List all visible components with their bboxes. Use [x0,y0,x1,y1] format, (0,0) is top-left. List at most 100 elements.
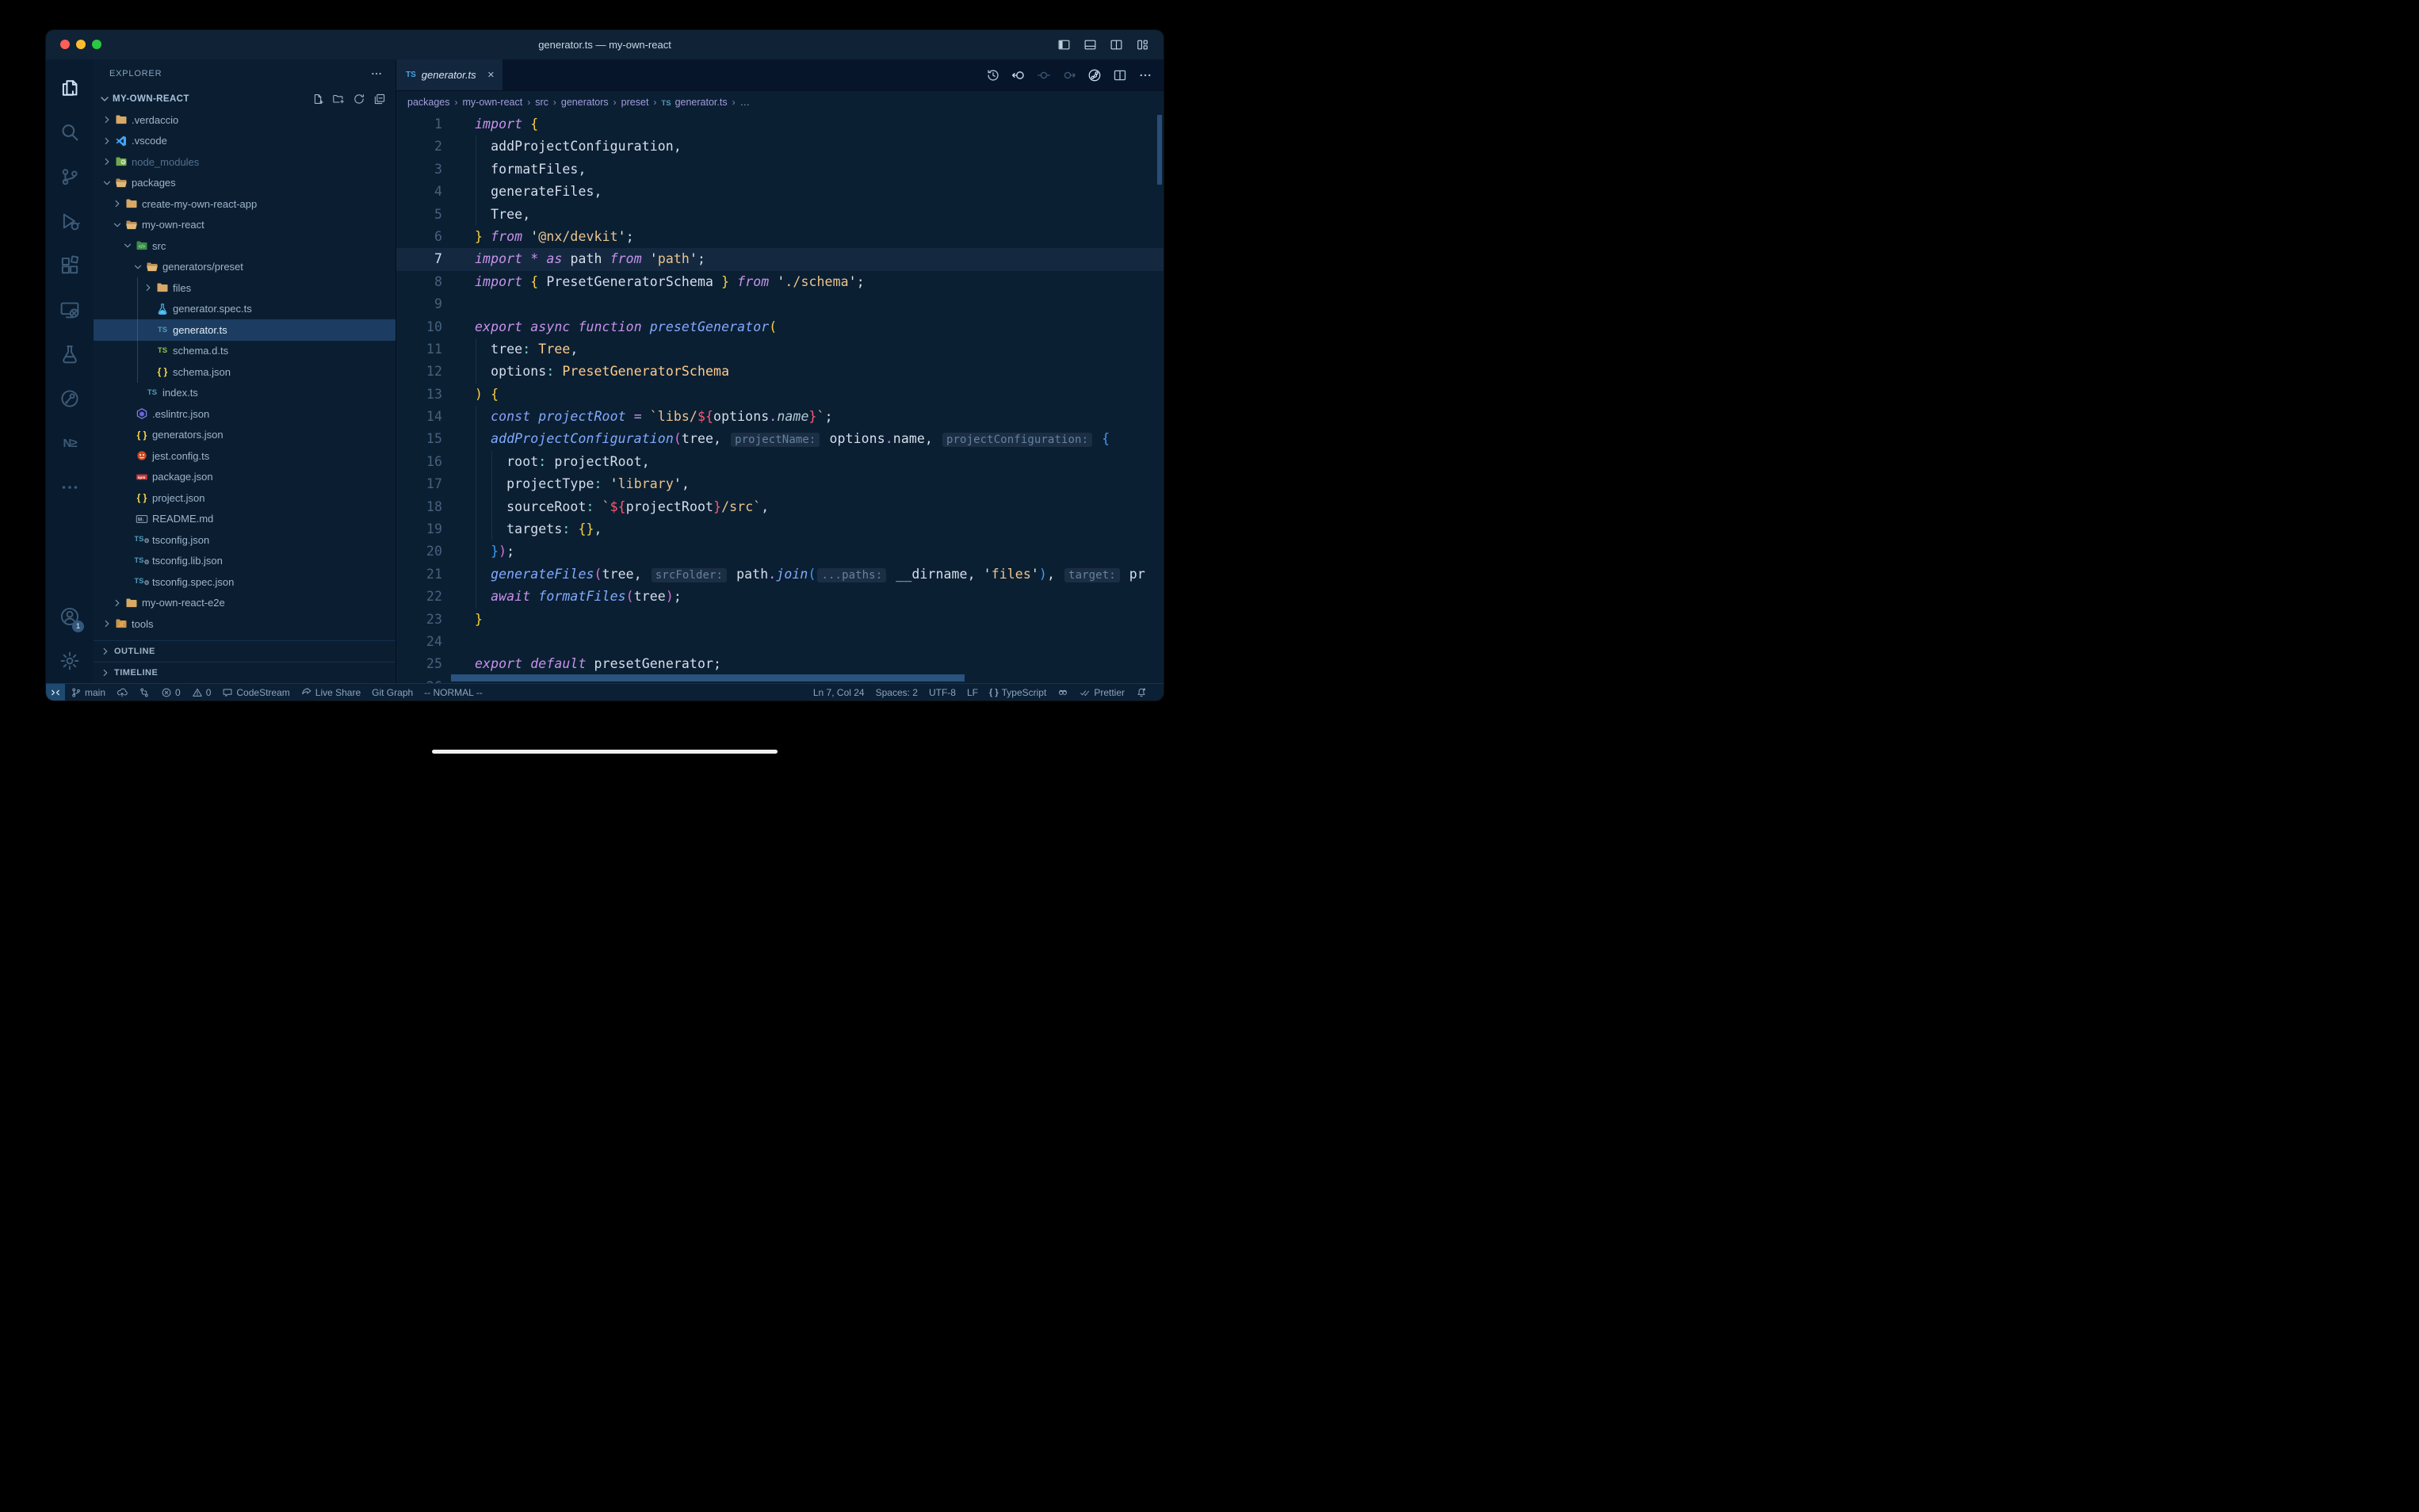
tree-item-tsconfig.lib.json[interactable]: TS⚙tsconfig.lib.json [94,551,396,572]
outline-section[interactable]: OUTLINE [94,640,396,662]
status-compare[interactable] [133,684,155,701]
tree-item-.verdaccio[interactable]: .verdaccio [94,109,396,131]
status-copilot[interactable] [1052,684,1074,701]
code-editor[interactable]: 1import {2 addProjectConfiguration,3 for… [396,113,1164,683]
tree-item-index.ts[interactable]: TSindex.ts [94,383,396,404]
status-prettier[interactable]: Prettier [1074,684,1130,701]
code-line-22[interactable]: 22 await formatFiles(tree); [396,586,1164,608]
tree-item-generators/preset[interactable]: generators/preset [94,257,396,278]
breadcrumb-overflow[interactable]: … [740,97,751,108]
circle-arrow-right-icon[interactable] [1062,68,1076,82]
code-line-13[interactable]: 13) { [396,384,1164,406]
status-vim-mode[interactable]: -- NORMAL -- [418,684,488,701]
code-line-14[interactable]: 14 const projectRoot = `libs/${options.n… [396,406,1164,428]
code-line-2[interactable]: 2 addProjectConfiguration, [396,136,1164,158]
status-encoding[interactable]: UTF-8 [923,684,961,701]
circle-on-line-icon[interactable] [1037,68,1051,82]
code-line-6[interactable]: 6} from '@nx/devkit'; [396,226,1164,248]
code-line-4[interactable]: 4 generateFiles, [396,181,1164,203]
code-line-15[interactable]: 15 addProjectConfiguration(tree, project… [396,428,1164,450]
breadcrumb-generators[interactable]: generators [561,97,609,108]
chevron-right-icon[interactable] [143,282,154,293]
tree-item-tsconfig.json[interactable]: TS⚙tsconfig.json [94,529,396,551]
activity-nx-console-icon[interactable]: N≥ [51,421,89,465]
tree-item-my-own-react-e2e[interactable]: my-own-react-e2e [94,593,396,614]
layout-grid-icon[interactable] [1136,38,1149,52]
tree-item-src[interactable]: </>src [94,235,396,257]
chevron-down-icon[interactable] [122,240,133,251]
tree-item-generator.ts[interactable]: TSgenerator.ts [94,319,396,341]
status-eol[interactable]: LF [961,684,984,701]
tree-item-node_modules[interactable]: JSnode_modules [94,151,396,173]
split-editor-icon[interactable] [1113,68,1127,82]
code-line-16[interactable]: 16 root: projectRoot, [396,451,1164,473]
chevron-right-icon[interactable] [112,598,123,609]
tree-item-jest.config.ts[interactable]: jest.config.ts [94,445,396,467]
code-line-20[interactable]: 20 }); [396,540,1164,563]
chevron-down-icon[interactable] [101,178,113,189]
code-line-1[interactable]: 1import { [396,113,1164,136]
new-file-icon[interactable] [311,93,324,105]
more-icon[interactable] [1138,68,1152,82]
chevron-down-icon[interactable] [132,262,143,273]
code-line-18[interactable]: 18 sourceRoot: `${projectRoot}/src`, [396,496,1164,518]
tree-item-packages[interactable]: packages [94,173,396,194]
title-bar[interactable]: generator.ts — my-own-react [46,30,1164,59]
status-cursor-position[interactable]: Ln 7, Col 24 [808,684,870,701]
layout-split-editor-icon[interactable] [1110,38,1123,52]
activity-testing-beaker-icon[interactable] [51,332,89,376]
breadcrumb-preset[interactable]: preset [621,97,649,108]
activity-extensions-icon[interactable] [51,243,89,288]
tree-item-tools[interactable]: tools [94,613,396,635]
refresh-icon[interactable] [353,93,365,105]
code-line-23[interactable]: 23} [396,609,1164,631]
chevron-right-icon[interactable] [112,198,123,209]
activity-settings-gear-icon[interactable] [51,639,89,683]
timeline-section[interactable]: TIMELINE [94,662,396,683]
code-line-5[interactable]: 5 Tree, [396,204,1164,226]
status-errors[interactable]: 0 [155,684,186,701]
status-git-graph[interactable]: Git Graph [366,684,418,701]
code-line-7[interactable]: 7import * as path from 'path'; [396,248,1164,270]
tree-item-package.json[interactable]: npmpackage.json [94,467,396,488]
ellipsis-icon[interactable] [370,67,383,80]
status-notifications[interactable] [1130,684,1152,701]
tree-item-.eslintrc.json[interactable]: .eslintrc.json [94,403,396,425]
history-icon[interactable] [986,68,1000,82]
code-line-3[interactable]: 3 formatFiles, [396,158,1164,181]
chevron-down-icon[interactable] [112,220,123,231]
close-tab-icon[interactable]: ✕ [487,70,495,80]
layout-panel-bottom-icon[interactable] [1083,38,1097,52]
timeline-branch-icon[interactable] [1087,68,1102,82]
remote-indicator[interactable] [46,684,65,701]
status-live-share[interactable]: Live Share [296,684,366,701]
tree-item-my-own-react[interactable]: my-own-react [94,215,396,236]
chevron-right-icon[interactable] [101,156,113,167]
collapse-all-icon[interactable] [373,93,386,105]
code-line-25[interactable]: 25export default presetGenerator; [396,653,1164,675]
nav-back-circle-icon[interactable] [1011,68,1026,82]
tree-item-generator.spec.ts[interactable]: generator.spec.ts [94,299,396,320]
chevron-right-icon[interactable] [101,618,113,629]
breadcrumb-src[interactable]: src [535,97,548,108]
tree-item-project.json[interactable]: { }project.json [94,487,396,509]
status-warnings[interactable]: 0 [186,684,217,701]
horizontal-scrollbar[interactable] [451,674,965,682]
chevron-right-icon[interactable] [101,136,113,147]
tab-generator-ts[interactable]: TS generator.ts ✕ [396,59,503,90]
activity-source-control-icon[interactable] [51,155,89,199]
code-line-9[interactable]: 9 [396,293,1164,315]
layout-sidebar-left-icon[interactable] [1057,38,1071,52]
code-line-8[interactable]: 8import { PresetGeneratorSchema } from '… [396,271,1164,293]
activity-search-icon[interactable] [51,110,89,155]
code-line-17[interactable]: 17 projectType: 'library', [396,473,1164,495]
activity-run-debug-icon[interactable] [51,199,89,243]
status-indentation[interactable]: Spaces: 2 [870,684,923,701]
code-line-21[interactable]: 21 generateFiles(tree, srcFolder: path.j… [396,563,1164,586]
activity-remote-explorer-icon[interactable] [51,288,89,332]
breadcrumb-generator.ts[interactable]: generator.ts [675,97,728,108]
code-line-11[interactable]: 11 tree: Tree, [396,338,1164,361]
code-line-12[interactable]: 12 options: PresetGeneratorSchema [396,361,1164,383]
activity-more-icon[interactable] [51,465,89,510]
status-codestream[interactable]: CodeStream [216,684,295,701]
